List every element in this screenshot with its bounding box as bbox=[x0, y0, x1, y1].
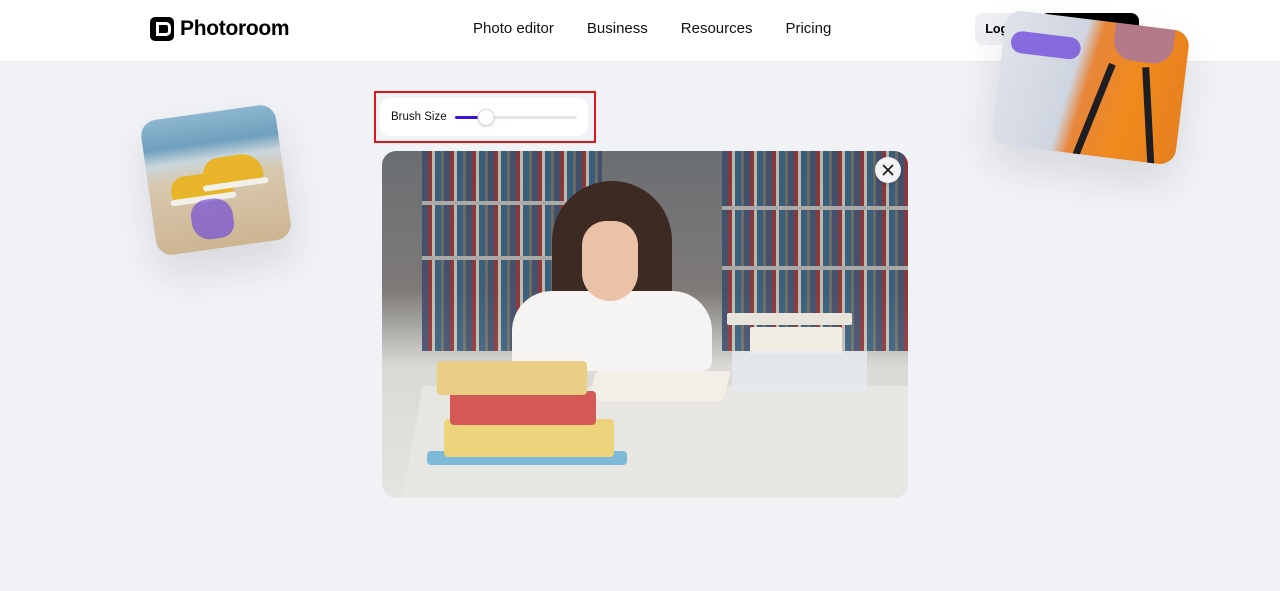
shelf-board bbox=[722, 206, 908, 210]
erased-area bbox=[732, 351, 867, 391]
nav-business[interactable]: Business bbox=[587, 20, 648, 37]
book bbox=[727, 313, 852, 325]
backpack-strap bbox=[1071, 62, 1116, 159]
brand-name: Photoroom bbox=[180, 17, 290, 40]
nav-photo-editor[interactable]: Photo editor bbox=[473, 20, 554, 37]
brush-stroke bbox=[1009, 30, 1082, 61]
nav-resources[interactable]: Resources bbox=[681, 20, 753, 37]
main-nav: Photo editor Business Resources Pricing bbox=[473, 20, 864, 37]
shelf-board bbox=[722, 266, 908, 270]
brush-stroke bbox=[188, 196, 236, 242]
person-face bbox=[582, 221, 638, 301]
editor-photo[interactable] bbox=[382, 151, 908, 498]
book bbox=[437, 361, 587, 395]
person-example-card bbox=[990, 9, 1191, 166]
brush-size-slider[interactable] bbox=[455, 109, 577, 126]
open-book bbox=[587, 371, 732, 401]
backpack-strap bbox=[1142, 67, 1155, 166]
slider-thumb[interactable] bbox=[477, 109, 494, 126]
photoroom-logo-icon bbox=[150, 17, 174, 41]
scarf-shape bbox=[1111, 22, 1176, 66]
brand-logo[interactable]: Photoroom bbox=[150, 17, 290, 41]
close-icon bbox=[882, 164, 894, 176]
close-button[interactable] bbox=[875, 157, 901, 183]
sneakers-example-card bbox=[139, 103, 293, 257]
nav-pricing[interactable]: Pricing bbox=[785, 20, 831, 37]
person-shirt bbox=[512, 291, 712, 371]
book bbox=[450, 391, 596, 425]
brush-size-label: Brush Size bbox=[391, 111, 447, 123]
brush-size-panel: Brush Size bbox=[380, 98, 588, 136]
